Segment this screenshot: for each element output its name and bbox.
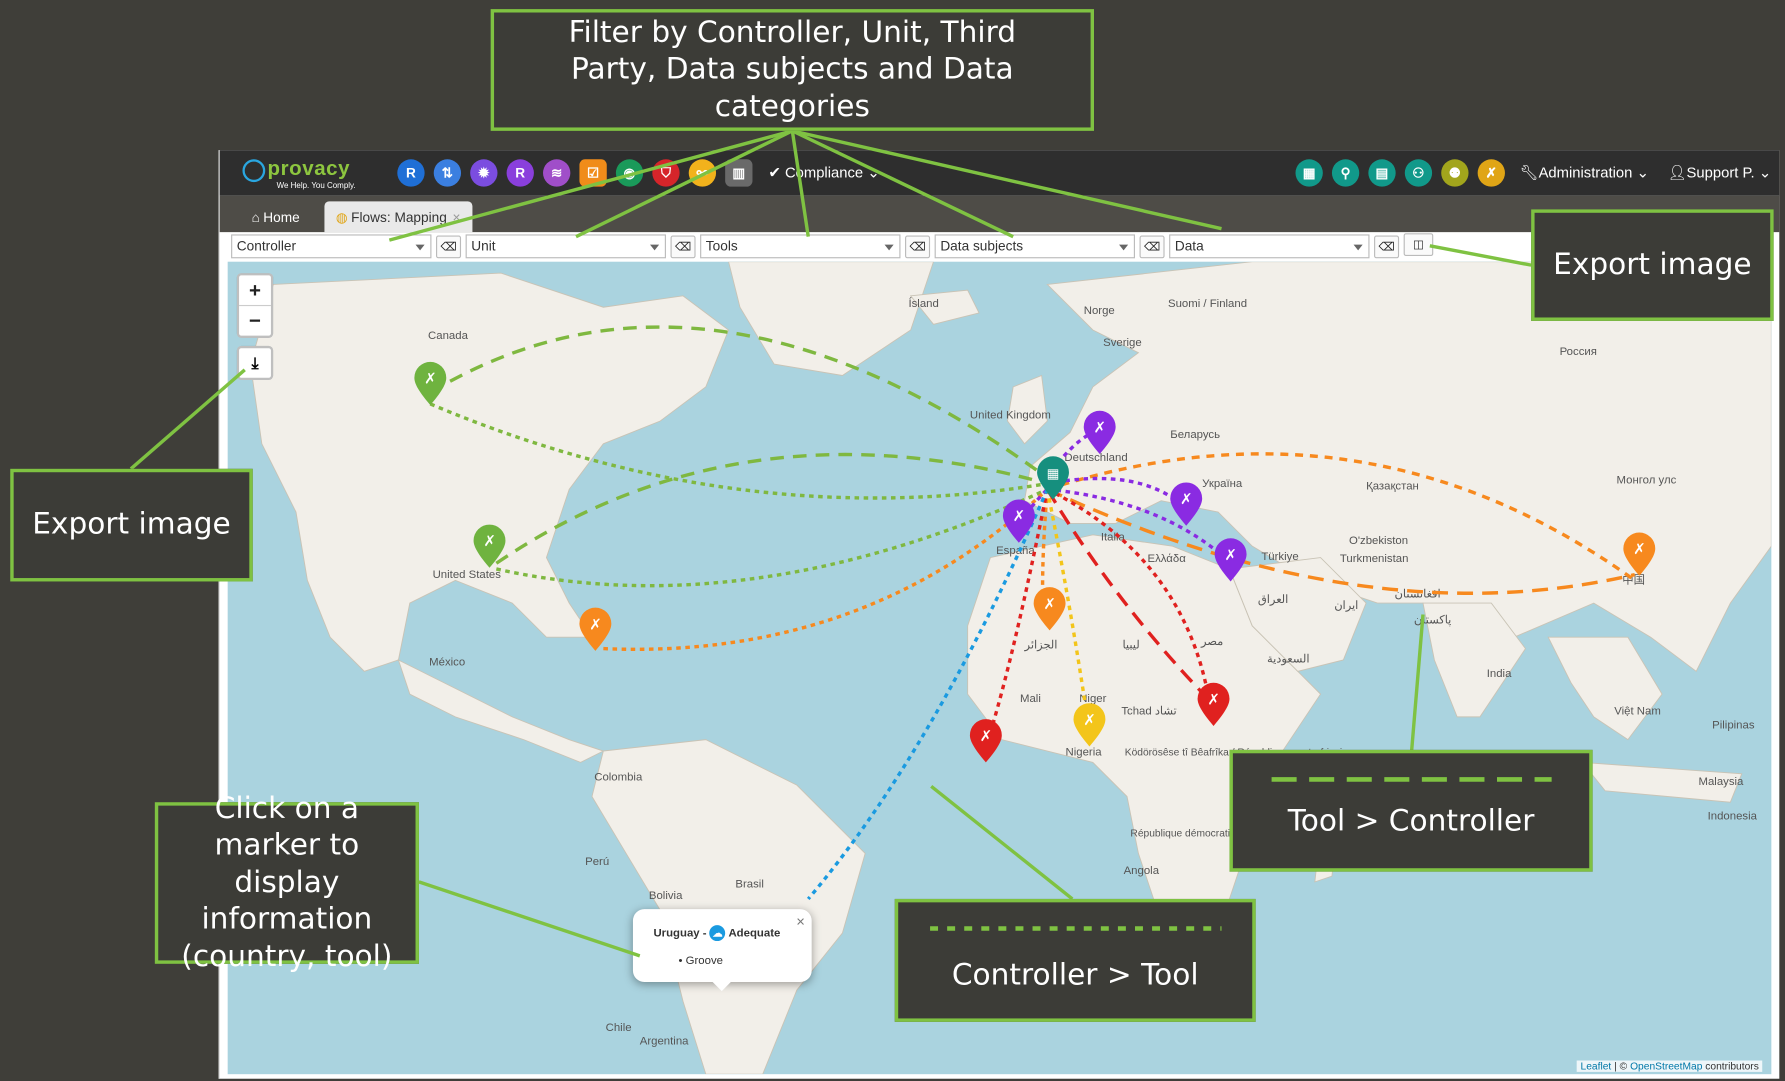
callout-filter: Filter by Controller, Unit, Third Party,…: [490, 9, 1095, 131]
legend-short-dash-icon: [929, 926, 1221, 931]
legend-long-dash-icon: [1271, 777, 1552, 782]
callout-tool-controller: Tool > Controller: [1229, 749, 1593, 872]
callout-controller-tool-text: Controller > Tool: [951, 958, 1199, 993]
callout-marker-info-text: Click on a marker to display information…: [181, 791, 393, 974]
callout-export-top-text: Export image: [1553, 247, 1752, 282]
callout-filter-text: Filter by Controller, Unit, Third Party,…: [568, 15, 1017, 124]
callout-export-left-text: Export image: [32, 507, 231, 542]
callout-controller-tool: Controller > Tool: [894, 898, 1256, 1022]
callout-export-left: Export image: [10, 468, 253, 582]
callout-tool-controller-text: Tool > Controller: [1287, 804, 1535, 839]
callout-export-top: Export image: [1531, 209, 1774, 321]
callout-marker-info: Click on a marker to display information…: [154, 792, 419, 974]
